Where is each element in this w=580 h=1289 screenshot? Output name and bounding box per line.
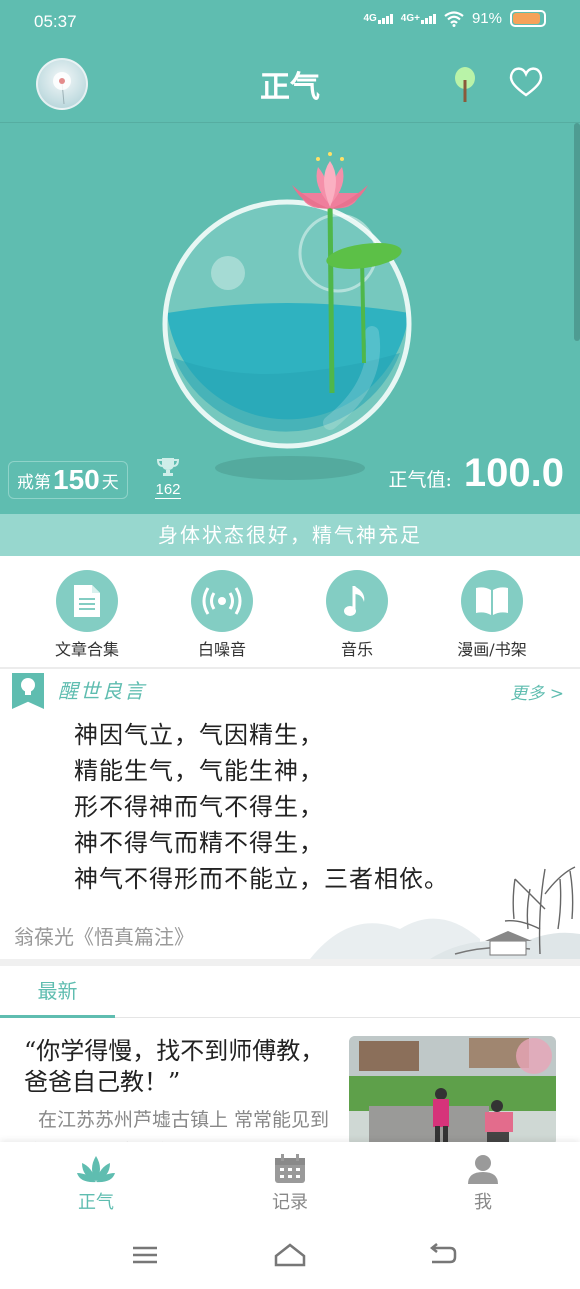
home-icon[interactable] xyxy=(273,1242,307,1268)
shortcut-label: 文章合集 xyxy=(54,640,119,659)
streak-days: 150 xyxy=(53,464,100,495)
bulb-icon xyxy=(12,673,44,709)
shortcut-row: 文章合集 白噪音 音乐 漫画/书架 xyxy=(0,556,580,669)
hero-panel: 戒第 150 天 162 正气值: 100.0 xyxy=(0,122,580,514)
streak-suffix: 天 xyxy=(101,472,119,493)
feed-tabs: 最新 xyxy=(0,966,580,1018)
signal-label: 4G xyxy=(363,13,377,24)
streak-prefix: 戒第 xyxy=(17,472,51,493)
shortcut-label: 漫画/书架 xyxy=(457,640,527,659)
battery-icon xyxy=(510,10,546,27)
heart-icon[interactable] xyxy=(508,66,544,98)
nav-me[interactable]: 我 xyxy=(423,1150,543,1214)
status-time: 05:37 xyxy=(34,12,77,31)
wifi-icon xyxy=(444,10,464,27)
qi-score: 正气值: 100.0 xyxy=(388,451,564,496)
signal-label: 4G+ xyxy=(400,13,420,24)
qi-label: 正气值: xyxy=(388,469,452,491)
article-thumbnail xyxy=(349,1036,556,1142)
tree-icon[interactable] xyxy=(452,66,478,104)
back-icon[interactable] xyxy=(428,1242,458,1268)
person-icon xyxy=(423,1150,543,1188)
signal-icon: 4G+ xyxy=(401,13,436,24)
menu-icon[interactable] xyxy=(130,1242,160,1268)
nav-label: 记录 xyxy=(272,1192,308,1213)
ink-landscape-illustration xyxy=(310,866,580,959)
app-header: 正气 xyxy=(0,44,580,122)
shortcut-label: 音乐 xyxy=(340,640,373,659)
document-icon xyxy=(56,570,118,632)
quote-more-link[interactable]: 更多 > xyxy=(510,679,564,704)
battery-percent: 91% xyxy=(471,10,502,27)
calendar-icon xyxy=(230,1150,350,1188)
broadcast-icon xyxy=(191,570,253,632)
shortcut-comics-bookshelf[interactable]: 漫画/书架 xyxy=(427,570,557,660)
system-nav-bar xyxy=(0,1232,580,1289)
page-title: 正气 xyxy=(260,70,320,105)
quote-line: 精能生气，气能生神， xyxy=(74,757,324,785)
trophy-icon xyxy=(156,458,180,476)
quote-line: 形不得神而气不得生， xyxy=(74,793,324,821)
signal-icon: 4G xyxy=(363,13,393,24)
trophy-badge[interactable]: 162 xyxy=(148,457,188,499)
nav-record[interactable]: 记录 xyxy=(230,1150,350,1214)
streak-badge: 戒第 150 天 xyxy=(8,461,128,499)
nav-label: 正气 xyxy=(78,1192,114,1213)
status-message: 身体状态很好，精气神充足 xyxy=(0,514,580,556)
status-icons: 4G 4G+ 91% xyxy=(363,10,546,27)
qi-value: 100.0 xyxy=(463,451,564,495)
shortcut-articles[interactable]: 文章合集 xyxy=(22,570,152,660)
music-note-icon xyxy=(326,570,388,632)
shortcut-label: 白噪音 xyxy=(197,640,246,659)
quote-author: 翁葆光《悟真篇注》 xyxy=(14,925,194,949)
quote-section-title: 醒世良言 xyxy=(58,679,146,703)
book-icon xyxy=(461,570,523,632)
quote-line: 神因气立，气因精生， xyxy=(74,721,324,749)
trophy-count: 162 xyxy=(155,481,181,499)
nav-zhengqi[interactable]: 正气 xyxy=(36,1150,156,1214)
article-title: “你学得慢，找不到师傅教，爸爸自己教！” xyxy=(24,1037,325,1096)
shortcut-white-noise[interactable]: 白噪音 xyxy=(157,570,287,660)
bottom-nav: 正气 记录 我 xyxy=(0,1142,580,1232)
section-divider xyxy=(0,959,580,966)
article-excerpt: 在江苏苏州芦墟古镇上 常常能见到这样一对父女，每Ⅰ xyxy=(24,1109,330,1142)
nav-label: 我 xyxy=(474,1192,492,1213)
tab-latest[interactable]: 最新 xyxy=(0,966,115,1018)
status-bar: 05:37 4G 4G+ 91% xyxy=(0,0,580,44)
shortcut-music[interactable]: 音乐 xyxy=(292,570,422,660)
quote-card[interactable]: 醒世良言 更多 > 神因气立，气因精生， 精能生气，气能生神， 形不得神而气不得… xyxy=(0,671,580,959)
lotus-icon xyxy=(36,1150,156,1188)
article-card[interactable]: “你学得慢，找不到师傅教，爸爸自己教！” 在江苏苏州芦墟古镇上 常常能见到这样一… xyxy=(0,1018,580,1142)
